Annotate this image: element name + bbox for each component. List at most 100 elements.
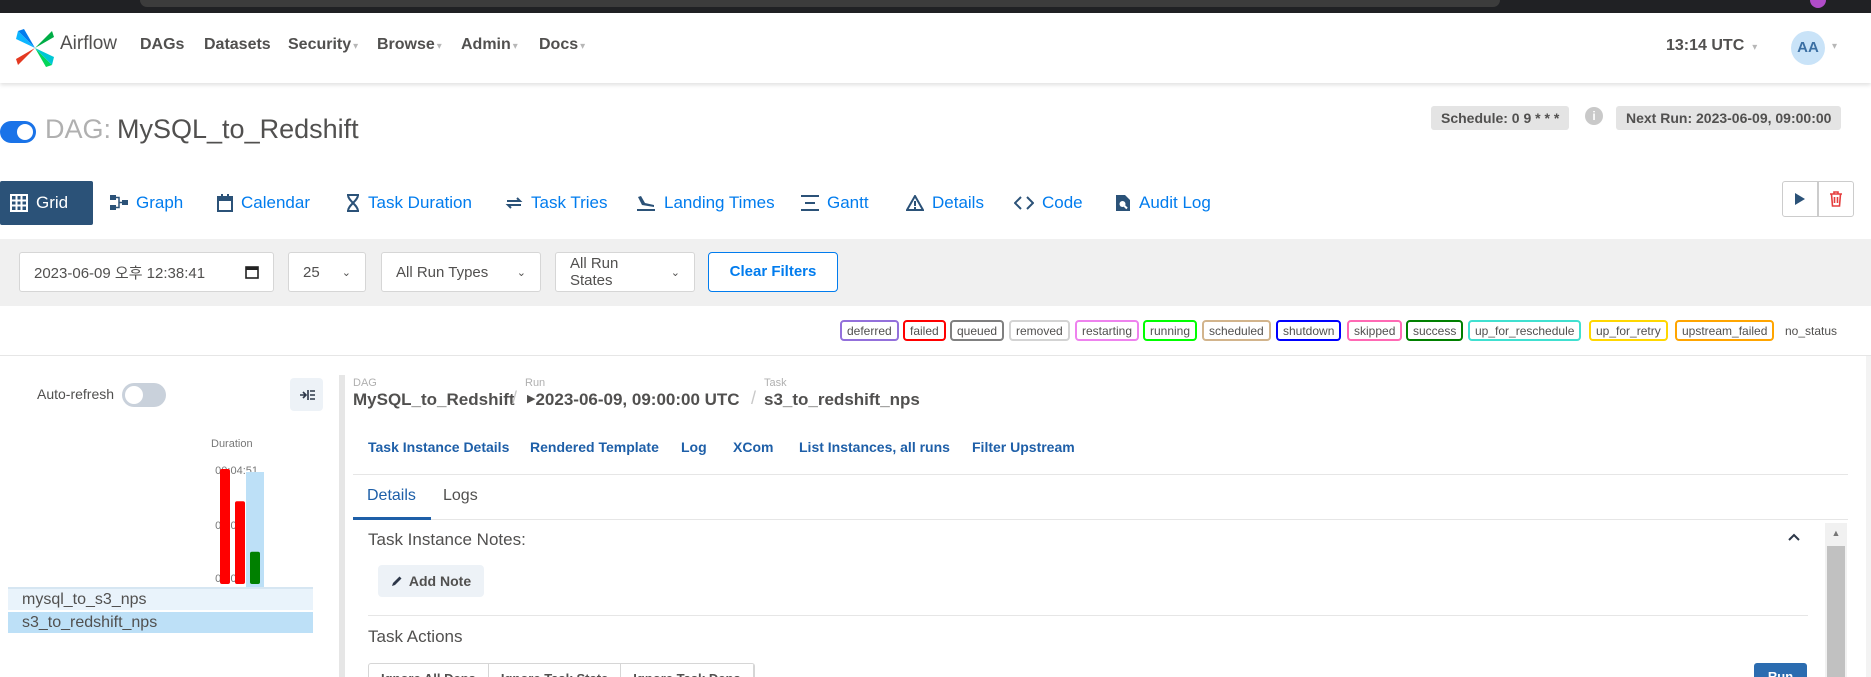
chevron-down-icon: ▾	[1752, 42, 1758, 53]
tab-calendar-label: Calendar	[241, 193, 310, 212]
breadcrumb-task[interactable]: s3_to_redshift_nps	[764, 390, 920, 410]
task-row-s3-to-redshift[interactable]: s3_to_redshift_nps	[22, 614, 157, 632]
tab-landing-times-label: Landing Times	[664, 193, 775, 212]
collapse-icon	[299, 389, 315, 400]
trash-icon	[1830, 191, 1842, 207]
nav-docs[interactable]: Docs ▾	[539, 36, 585, 54]
ignore-all-deps-button[interactable]: Ignore All Deps	[369, 664, 489, 677]
chevron-down-icon: ▾	[436, 41, 442, 52]
breadcrumb-run[interactable]: ▶2023-06-09, 09:00:00 UTC	[527, 390, 740, 410]
run-task-button[interactable]: Run	[1754, 663, 1807, 677]
search-file-icon	[1116, 195, 1130, 211]
clear-filters-button[interactable]: Clear Filters	[708, 252, 838, 292]
breadcrumb-dag-label: DAG	[353, 377, 377, 389]
link-task-instance-details[interactable]: Task Instance Details	[368, 439, 509, 455]
warning-triangle-icon	[906, 195, 924, 211]
legend-deferred[interactable]: deferred	[840, 320, 899, 341]
legend-success[interactable]: success	[1406, 320, 1464, 341]
page-scrollbar[interactable]	[1866, 356, 1871, 677]
link-log[interactable]: Log	[681, 439, 707, 455]
task-actions-heading: Task Actions	[368, 627, 463, 646]
legend-no-status[interactable]: no_status	[1778, 320, 1845, 341]
base-date-input[interactable]: 2023-06-09 오후 12:38:41	[19, 252, 274, 292]
tab-instance-logs[interactable]: Logs	[443, 487, 478, 505]
timezone-clock[interactable]: 13:14 UTC ▾	[1666, 37, 1757, 55]
chevron-up-icon[interactable]	[1787, 530, 1801, 544]
chevron-down-icon: ▾	[512, 41, 518, 52]
run-duration-bar[interactable]	[235, 501, 245, 584]
legend-removed[interactable]: removed	[1009, 320, 1070, 341]
dag-pause-toggle[interactable]	[0, 121, 36, 143]
link-filter-upstream[interactable]: Filter Upstream	[972, 439, 1075, 455]
tab-task-duration[interactable]: Task Duration	[336, 181, 482, 225]
tab-task-tries[interactable]: Task Tries	[495, 181, 618, 225]
legend-restarting[interactable]: restarting	[1075, 320, 1140, 341]
tab-graph[interactable]: Graph	[100, 181, 193, 225]
run-state-value: All Run States	[570, 255, 619, 289]
divider	[353, 519, 1848, 520]
dag-name: MySQL_to_Redshift	[117, 114, 359, 144]
scrollbar-thumb[interactable]	[1827, 546, 1845, 677]
num-runs-select[interactable]: 25 ⌄	[288, 252, 366, 292]
legend-shutdown[interactable]: shutdown	[1276, 320, 1342, 341]
legend-running[interactable]: running	[1143, 320, 1198, 341]
legend-up-for-retry[interactable]: up_for_retry	[1589, 320, 1668, 341]
delete-dag-button[interactable]	[1818, 181, 1854, 217]
task-row-mysql-to-s3[interactable]: mysql_to_s3_nps	[22, 591, 147, 609]
tab-calendar[interactable]: Calendar	[207, 181, 320, 225]
user-avatar[interactable]: AA	[1791, 31, 1825, 65]
run-duration-bar[interactable]	[250, 551, 260, 584]
panel-resize-handle[interactable]	[339, 375, 345, 677]
link-xcom[interactable]: XCom	[733, 439, 773, 455]
legend-failed[interactable]: failed	[903, 320, 946, 341]
tab-audit-log[interactable]: Audit Log	[1105, 181, 1221, 225]
info-icon[interactable]: i	[1585, 107, 1603, 125]
gantt-icon	[801, 195, 819, 211]
divider	[368, 615, 1808, 616]
legend-upstream-failed[interactable]: upstream_failed	[1675, 320, 1775, 341]
run-state-select[interactable]: All Run States ⌄	[555, 252, 695, 292]
run-type-select[interactable]: All Run Types ⌄	[381, 252, 541, 292]
nav-dags[interactable]: DAGs	[140, 36, 184, 54]
breadcrumb-separator: /	[512, 388, 518, 408]
trigger-dag-button[interactable]	[1782, 181, 1818, 217]
clock-label: 13:14 UTC	[1666, 37, 1745, 54]
nav-dags-label: DAGs	[140, 36, 185, 53]
scroll-up-arrow-icon[interactable]: ▲	[1825, 523, 1847, 543]
ignore-task-deps-button[interactable]: Ignore Task Deps	[621, 664, 754, 677]
brand-name[interactable]: Airflow	[60, 33, 117, 55]
nav-browse[interactable]: Browse ▾	[377, 36, 442, 54]
chevron-down-icon[interactable]: ▾	[1832, 41, 1837, 52]
tab-graph-label: Graph	[136, 193, 184, 212]
breadcrumb-run-value: 2023-06-09, 09:00:00 UTC	[535, 390, 740, 409]
breadcrumb-dag[interactable]: MySQL_to_Redshift	[353, 390, 515, 410]
nav-security[interactable]: Security ▾	[288, 36, 358, 54]
nav-datasets[interactable]: Datasets	[204, 36, 271, 54]
legend-skipped[interactable]: skipped	[1347, 320, 1403, 341]
nav-browse-label: Browse	[377, 36, 435, 53]
collapse-grid-button[interactable]	[290, 378, 323, 411]
link-rendered-template[interactable]: Rendered Template	[530, 439, 659, 455]
link-list-instances[interactable]: List Instances, all runs	[799, 439, 950, 455]
tab-details-label: Details	[932, 193, 984, 212]
calendar-icon[interactable]	[245, 265, 259, 279]
auto-refresh-toggle[interactable]	[122, 383, 166, 407]
tab-details[interactable]: Details	[896, 181, 994, 225]
airflow-logo-icon[interactable]	[14, 27, 56, 69]
breadcrumb-separator: /	[751, 388, 757, 408]
tab-landing-times[interactable]: Landing Times	[626, 181, 785, 225]
play-icon	[1795, 193, 1805, 205]
tab-instance-details[interactable]: Details	[367, 487, 416, 505]
add-note-button[interactable]: Add Note	[378, 565, 484, 597]
ignore-task-state-button[interactable]: Ignore Task State	[489, 664, 622, 677]
nav-admin[interactable]: Admin ▾	[461, 36, 518, 54]
tab-code[interactable]: Code	[1004, 181, 1093, 225]
tab-gantt[interactable]: Gantt	[791, 181, 879, 225]
legend-up-for-reschedule[interactable]: up_for_reschedule	[1468, 320, 1582, 341]
legend-queued[interactable]: queued	[950, 320, 1005, 341]
run-duration-bar[interactable]	[220, 469, 230, 584]
legend-scheduled[interactable]: scheduled	[1202, 320, 1271, 341]
hourglass-icon	[347, 194, 359, 212]
breadcrumb-task-label: Task	[764, 377, 787, 389]
tab-grid[interactable]: Grid	[0, 181, 93, 225]
